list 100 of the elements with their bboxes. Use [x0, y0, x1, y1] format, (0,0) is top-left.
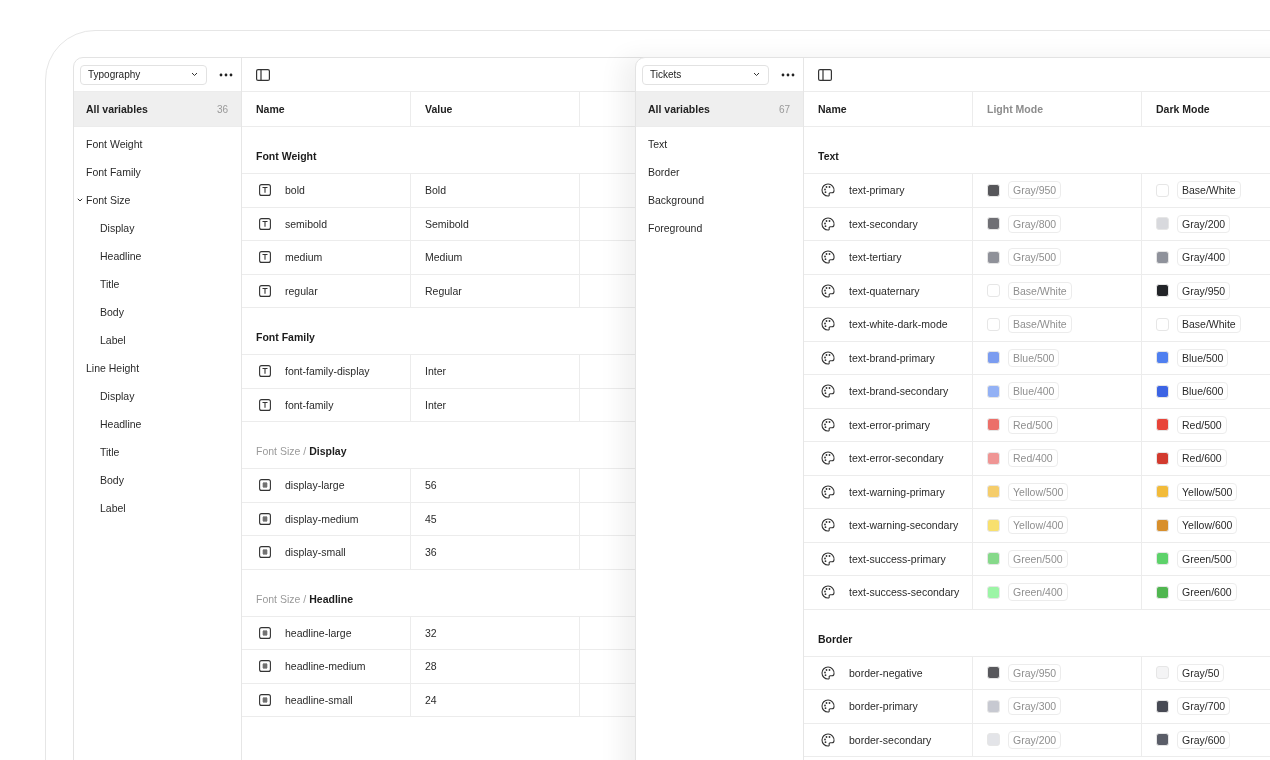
group-title: Font Family	[256, 331, 315, 343]
variable-name: text-brand-secondary	[849, 385, 949, 398]
number-type-icon	[259, 479, 271, 492]
palette-icon	[821, 417, 835, 432]
palette-icon	[821, 183, 835, 198]
variable-name: text-quaternary	[849, 284, 920, 297]
text-type-icon	[259, 217, 271, 230]
variable-value: Medium	[425, 251, 463, 264]
palette-icon	[821, 518, 835, 533]
sidebar-item[interactable]: Background	[636, 186, 803, 214]
group-title: Font Weight	[256, 150, 317, 162]
color-token[interactable]: Red/600	[1177, 449, 1227, 468]
sidebar-item[interactable]: Font Weight	[74, 130, 241, 158]
all-variables-item[interactable]: All variables 67	[636, 92, 803, 127]
variable-name: border-negative	[849, 666, 923, 679]
all-variables-item[interactable]: All variables 36	[74, 92, 241, 127]
color-token[interactable]: Green/500	[1177, 549, 1237, 568]
variable-name: text-brand-primary	[849, 351, 935, 364]
sidebar-item[interactable]: Body	[74, 466, 241, 494]
color-token[interactable]: Blue/500	[1177, 348, 1229, 367]
palette-icon	[821, 484, 835, 499]
palette-icon	[821, 732, 835, 747]
palette-icon	[821, 451, 835, 466]
sidebar-item[interactable]: Title	[74, 438, 241, 466]
number-type-icon	[259, 626, 271, 639]
variable-name: text-success-primary	[849, 552, 946, 565]
variable-name: text-tertiary	[849, 251, 902, 264]
palette-icon	[821, 384, 835, 399]
text-type-icon	[259, 398, 271, 411]
palette-icon	[821, 665, 835, 680]
variable-value: Inter	[425, 365, 446, 378]
sidebar-item[interactable]: Foreground	[636, 214, 803, 242]
number-type-icon	[259, 546, 271, 559]
color-token[interactable]: Gray/950	[1177, 281, 1231, 300]
group-path: Font Size /	[256, 592, 307, 605]
variable-name: border-primary	[849, 700, 918, 713]
palette-icon	[821, 317, 835, 332]
sidebar-item[interactable]: Display	[74, 382, 241, 410]
variable-name: text-error-secondary	[849, 452, 944, 465]
color-token[interactable]: Blue/600	[1177, 382, 1229, 401]
sidebar-item[interactable]: Text	[636, 130, 803, 158]
variable-value: 45	[425, 512, 437, 525]
color-token[interactable]: Yellow/600	[1177, 516, 1238, 535]
sidebar-item[interactable]: Headline	[74, 242, 241, 270]
variable-name: headline-small	[285, 693, 353, 706]
palette-icon	[821, 216, 835, 231]
variable-name: text-warning-secondary	[849, 519, 959, 532]
sidebar-item[interactable]: Label	[74, 494, 241, 522]
variable-value: 32	[425, 626, 437, 639]
chevron-down-icon	[77, 198, 83, 202]
variable-name: text-warning-primary	[849, 485, 945, 498]
sidebar-item[interactable]: Title	[74, 270, 241, 298]
variable-name: headline-medium	[285, 660, 366, 673]
group-title: Headline	[309, 592, 353, 605]
variable-name: text-error-primary	[849, 418, 931, 431]
group-title: Text	[818, 150, 839, 162]
sidebar-item[interactable]: Headline	[74, 410, 241, 438]
sidebar-toggle-icon[interactable]	[256, 68, 270, 81]
number-type-icon	[259, 693, 271, 706]
column-header: Value	[411, 92, 580, 126]
color-token[interactable]: Gray/400	[1177, 248, 1231, 267]
sidebar-item[interactable]: Body	[74, 298, 241, 326]
sidebar-item[interactable]: Border	[636, 158, 803, 186]
color-token[interactable]: Green/600	[1177, 583, 1237, 602]
color-token[interactable]: Gray/50	[1177, 663, 1225, 682]
chevron-down-icon	[191, 72, 198, 77]
variable-value: Regular	[425, 284, 462, 297]
palette-icon	[821, 551, 835, 566]
group-title: Border	[818, 632, 853, 645]
column-header: Light Mode	[973, 92, 1142, 126]
color-token[interactable]: Gray/200	[1177, 214, 1231, 233]
color-token[interactable]: Yellow/500	[1177, 482, 1238, 501]
color-token[interactable]: Red/500	[1177, 415, 1227, 434]
variable-name: font-family-display	[285, 365, 370, 378]
collection-dropdown[interactable]: Tickets	[642, 64, 769, 85]
sidebar-toggle-icon[interactable]	[818, 68, 832, 81]
palette-icon	[821, 250, 835, 265]
collection-dropdown[interactable]: Typography	[80, 64, 207, 85]
sidebar-item[interactable]: Line Height	[74, 354, 241, 382]
color-token[interactable]: Gray/700	[1177, 697, 1231, 716]
sidebar-item[interactable]: Font Family	[74, 158, 241, 186]
variable-name: bold	[285, 184, 305, 197]
sidebar-item[interactable]: Font Size	[74, 186, 241, 214]
color-token[interactable]: Base/White	[1177, 181, 1241, 200]
palette-icon	[821, 350, 835, 365]
variable-name: regular	[285, 284, 318, 297]
color-token[interactable]: Gray/600	[1177, 730, 1231, 749]
palette-icon	[821, 585, 835, 600]
sidebar-item[interactable]: Label	[74, 326, 241, 354]
text-type-icon	[259, 184, 271, 197]
number-type-icon	[259, 660, 271, 673]
palette-icon	[821, 283, 835, 298]
sidebar-item[interactable]: Display	[74, 214, 241, 242]
variable-name: text-secondary	[849, 217, 918, 230]
variable-name: text-primary	[849, 184, 905, 197]
variable-value: 28	[425, 660, 437, 673]
text-type-icon	[259, 365, 271, 378]
text-type-icon	[259, 251, 271, 264]
variable-name: font-family	[285, 398, 334, 411]
color-token[interactable]: Base/White	[1177, 315, 1241, 334]
